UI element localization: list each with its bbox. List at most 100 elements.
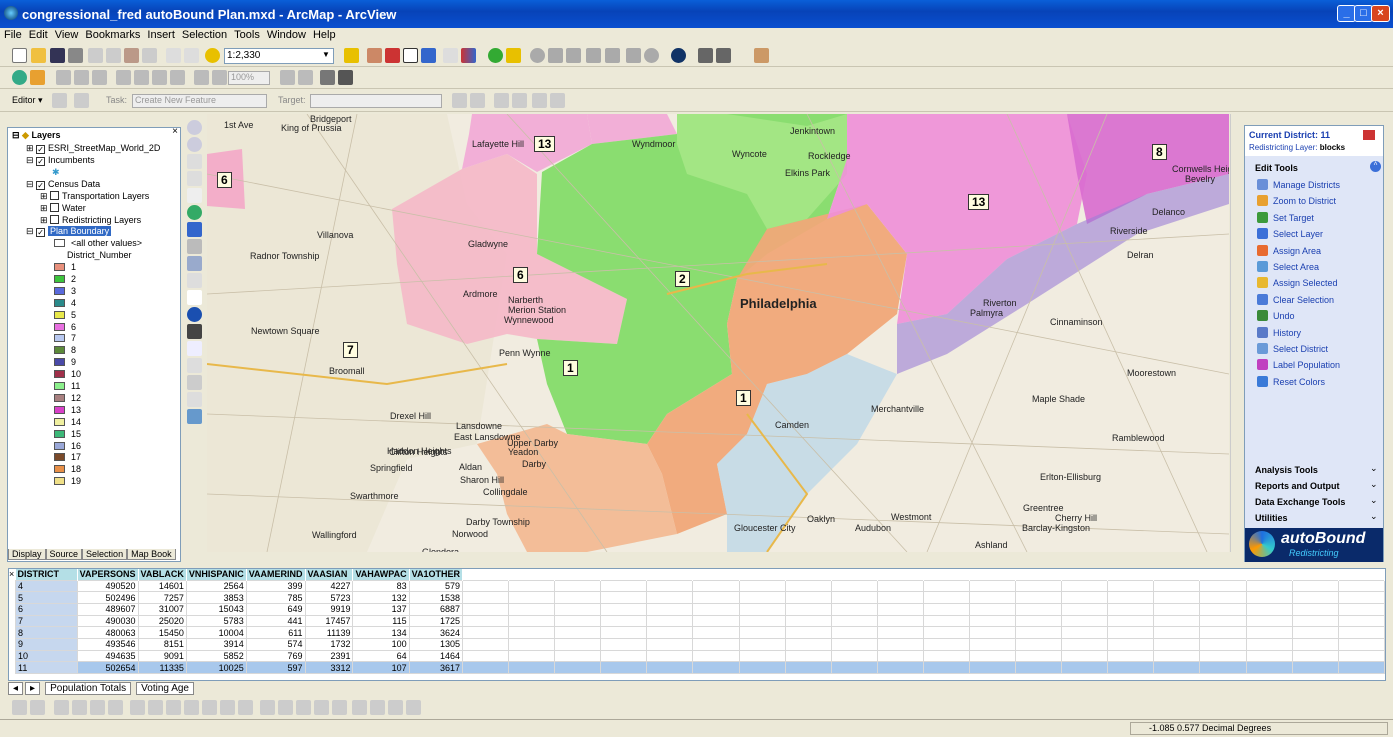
table-row[interactable]: 5 502496 7257 3853 785 5723 132 1538 — [15, 591, 1385, 604]
table-row[interactable]: 8 480063 15450 10004 611 11139 134 3624 — [15, 626, 1385, 639]
column-header[interactable]: VA1OTHER — [409, 569, 463, 580]
layout-icon[interactable] — [754, 48, 769, 63]
table-row[interactable]: 11 502654 11335 10025 597 3312 107 3617 — [15, 661, 1385, 674]
model-builder-icon[interactable] — [421, 48, 436, 63]
menu-file[interactable]: File — [0, 28, 25, 41]
hyperlink-icon[interactable] — [187, 375, 202, 390]
map-icon[interactable] — [30, 70, 45, 85]
column-header[interactable]: VAHAWPAC — [352, 569, 410, 580]
clear-selection-icon[interactable] — [187, 273, 202, 288]
autobound-tool-select-layer[interactable]: Select Layer — [1257, 228, 1323, 240]
select-features-icon[interactable] — [187, 256, 202, 271]
map-view[interactable]: Philadelphia Bridgeport King of Prussia 1st… — [207, 114, 1229, 552]
menu-view[interactable]: View — [51, 28, 82, 41]
arc-toolbox-icon[interactable] — [385, 48, 400, 63]
autobound-tool-assign-selected[interactable]: Assign Selected — [1257, 277, 1338, 289]
edit-tools-header[interactable]: Edit Tools — [1255, 163, 1298, 173]
identify-icon[interactable] — [187, 307, 202, 322]
undo-icon[interactable] — [166, 48, 181, 63]
autobound-tool-set-target[interactable]: Set Target — [1257, 211, 1314, 223]
arc-catalog-icon[interactable] — [367, 48, 382, 63]
add-data-icon[interactable] — [205, 48, 220, 63]
measure-icon[interactable] — [187, 358, 202, 373]
menu-edit[interactable]: Edit — [25, 28, 51, 41]
editor-toolbar-icon[interactable] — [344, 48, 359, 63]
globe-icon[interactable] — [488, 48, 503, 63]
utilities-header[interactable]: Utilities — [1255, 513, 1288, 523]
next-tab-icon[interactable]: ▸ — [25, 682, 41, 695]
select-elements-icon[interactable] — [187, 290, 202, 305]
layer-census-data[interactable]: ⊟ ✓ Census Data — [26, 179, 100, 191]
html-popup-icon[interactable] — [187, 392, 202, 407]
find-binoculars-icon[interactable] — [187, 324, 202, 339]
menu-window[interactable]: Window — [263, 28, 309, 41]
grid-icon[interactable] — [461, 48, 476, 63]
layer-water[interactable]: ⊞ Water — [40, 203, 86, 215]
zoom-out-icon[interactable] — [187, 137, 202, 152]
layer-streetmap[interactable]: ⊞ ✓ ESRI_StreetMap_World_2D — [26, 143, 160, 155]
column-header[interactable]: DISTRICT — [15, 569, 78, 580]
tab-display[interactable]: Display — [8, 549, 46, 560]
fixed-zoom-in-icon[interactable] — [187, 154, 202, 169]
column-header[interactable]: VAASIAN — [305, 569, 354, 580]
autobound-tool-manage-districts[interactable]: Manage Districts — [1257, 179, 1340, 190]
map-vertical-scrollbar[interactable] — [1230, 114, 1242, 552]
close-button[interactable]: × — [1371, 5, 1390, 22]
autobound-tool-select-area[interactable]: Select Area — [1257, 261, 1319, 272]
copy-icon[interactable] — [106, 48, 121, 63]
table-row[interactable]: 7 490030 25020 5783 441 17457 115 1725 — [15, 614, 1385, 628]
go-to-xy-icon[interactable] — [187, 341, 202, 356]
open-folder-icon[interactable] — [31, 48, 46, 63]
delete-icon[interactable] — [142, 48, 157, 63]
expand-icon[interactable]: ⌄ — [1370, 479, 1378, 490]
save-icon[interactable] — [50, 48, 65, 63]
zoom-in-icon[interactable] — [187, 120, 202, 135]
cut-icon[interactable] — [88, 48, 103, 63]
table-row[interactable]: 6 489607 31007 15043 649 9919 137 6887 — [15, 602, 1385, 616]
autobound-tool-reset-colors[interactable]: Reset Colors — [1257, 375, 1325, 387]
column-header[interactable]: VNHISPANIC — [186, 569, 247, 580]
tab-population-totals[interactable]: Population Totals — [45, 682, 132, 695]
tab-selection[interactable]: Selection — [82, 549, 128, 560]
autobound-tool-label-population[interactable]: Label Population — [1257, 359, 1340, 371]
collapse-icon[interactable]: ˄ — [1370, 161, 1381, 172]
redo-icon[interactable] — [184, 48, 199, 63]
table-row[interactable]: 9 493546 8151 3914 574 1732 100 1305 — [15, 637, 1385, 651]
autobound-tool-zoom-to-district[interactable]: Zoom to District — [1257, 195, 1336, 207]
table-row[interactable]: 10 494635 9091 5852 769 2391 64 1464 — [15, 649, 1385, 663]
chevron-down-icon[interactable]: ▼ — [322, 50, 330, 59]
autobound-tool-history[interactable]: History — [1257, 326, 1301, 338]
editor-menu[interactable]: Editor ▾ — [12, 95, 43, 106]
tab-map-book[interactable]: Map Book — [127, 549, 176, 560]
tab-voting-age[interactable]: Voting Age — [136, 682, 194, 695]
reports-output-header[interactable]: Reports and Output — [1255, 481, 1340, 491]
analysis-tools-header[interactable]: Analysis Tools — [1255, 465, 1318, 475]
change-layout-icon[interactable] — [320, 70, 335, 85]
autobound-tool-select-district[interactable]: Select District — [1257, 343, 1328, 354]
expand-icon[interactable]: ⌄ — [1370, 511, 1378, 522]
print-icon[interactable] — [68, 48, 83, 63]
close-icon[interactable]: × — [172, 126, 178, 137]
menu-insert[interactable]: Insert — [143, 28, 178, 41]
layer-transportation[interactable]: ⊞ Transportation Layers — [40, 191, 149, 203]
prev-tab-icon[interactable]: ◂ — [8, 682, 24, 695]
forward-extent-icon[interactable] — [187, 239, 202, 254]
fixed-zoom-out-icon[interactable] — [187, 171, 202, 186]
layers-root[interactable]: ⊟ ◆ Layers — [12, 130, 61, 142]
menu-selection[interactable]: Selection — [178, 28, 230, 41]
expand-icon[interactable]: ⌄ — [1370, 495, 1378, 506]
viewer-window-icon[interactable] — [187, 409, 202, 424]
autobound-tool-assign-area[interactable]: Assign Area — [1257, 244, 1321, 256]
folder-icon[interactable] — [506, 48, 521, 63]
autobound-globe-icon[interactable] — [671, 48, 686, 63]
menu-tools[interactable]: Tools — [230, 28, 263, 41]
close-icon[interactable]: × — [9, 569, 14, 579]
menu-bookmarks[interactable]: Bookmarks — [81, 28, 143, 41]
column-header[interactable]: VAAMERIND — [246, 569, 306, 580]
table-icon[interactable] — [716, 48, 731, 63]
globe-icon[interactable] — [12, 70, 27, 85]
layer-incumbents[interactable]: ⊟ ✓ Incumbents — [26, 155, 95, 167]
column-header[interactable]: VAPERSONS — [77, 569, 139, 580]
attribute-table[interactable]: × DISTRICT VAPERSONS VABLACK VNHISPANIC VAAM… — [8, 568, 1386, 681]
data-exchange-header[interactable]: Data Exchange Tools — [1255, 497, 1345, 507]
